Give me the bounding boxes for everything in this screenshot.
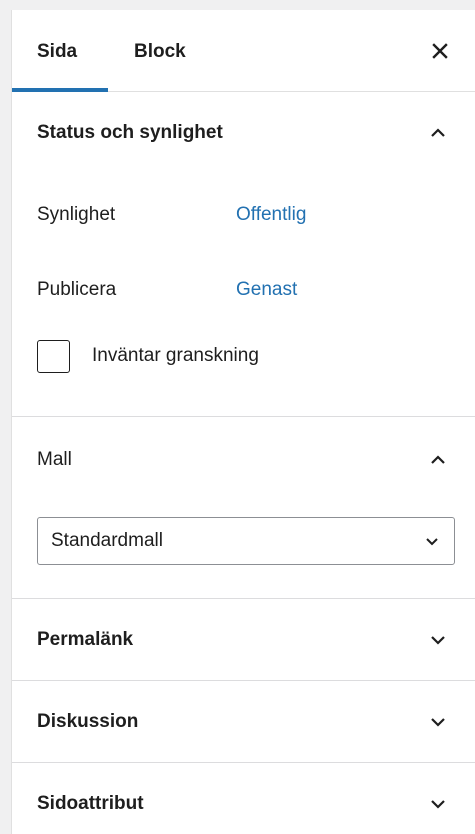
discussion-title: Diskussion bbox=[37, 711, 139, 732]
template-toggle[interactable]: Mall bbox=[12, 417, 475, 502]
page-attributes-title: Sidoattribut bbox=[37, 793, 144, 814]
tab-page[interactable]: Sida bbox=[37, 10, 77, 92]
publish-date-toggle[interactable]: Genast bbox=[236, 279, 297, 301]
status-visibility-toggle[interactable]: Status och synlighet bbox=[12, 92, 475, 174]
chevron-up-icon bbox=[431, 455, 445, 464]
discussion-toggle[interactable]: Diskussion bbox=[12, 681, 475, 763]
template-title: Mall bbox=[37, 449, 72, 470]
close-button[interactable] bbox=[427, 38, 453, 64]
permalink-toggle[interactable]: Permalänk bbox=[12, 599, 475, 681]
publish-label: Publicera bbox=[37, 279, 117, 300]
pending-review-label[interactable]: Inväntar granskning bbox=[92, 345, 259, 367]
sidebar-tabs: Sida Block bbox=[12, 10, 475, 92]
chevron-down-icon bbox=[431, 718, 445, 727]
chevron-down-icon bbox=[426, 538, 438, 546]
page-attributes-toggle[interactable]: Sidoattribut bbox=[12, 763, 475, 834]
template-panel: Mall Standardmall bbox=[12, 417, 475, 599]
tab-block[interactable]: Block bbox=[134, 10, 186, 92]
status-visibility-panel: Status och synlighet Synlighet Offentlig… bbox=[12, 92, 475, 417]
close-icon bbox=[432, 43, 448, 59]
chevron-down-icon bbox=[431, 800, 445, 809]
visibility-label: Synlighet bbox=[37, 204, 116, 225]
settings-sidebar: Sida Block Status och synlighet Synlighe… bbox=[11, 10, 475, 834]
template-select-value: Standardmall bbox=[51, 530, 163, 551]
pending-review-checkbox[interactable] bbox=[37, 340, 70, 373]
page-attributes-panel: Sidoattribut bbox=[12, 763, 475, 834]
visibility-toggle[interactable]: Offentlig bbox=[236, 204, 306, 226]
status-visibility-title: Status och synlighet bbox=[37, 122, 223, 143]
discussion-panel: Diskussion bbox=[12, 681, 475, 763]
chevron-down-icon bbox=[431, 636, 445, 645]
permalink-title: Permalänk bbox=[37, 629, 134, 650]
chevron-up-icon bbox=[431, 128, 445, 137]
template-select[interactable]: Standardmall bbox=[37, 517, 455, 565]
permalink-panel: Permalänk bbox=[12, 599, 475, 681]
